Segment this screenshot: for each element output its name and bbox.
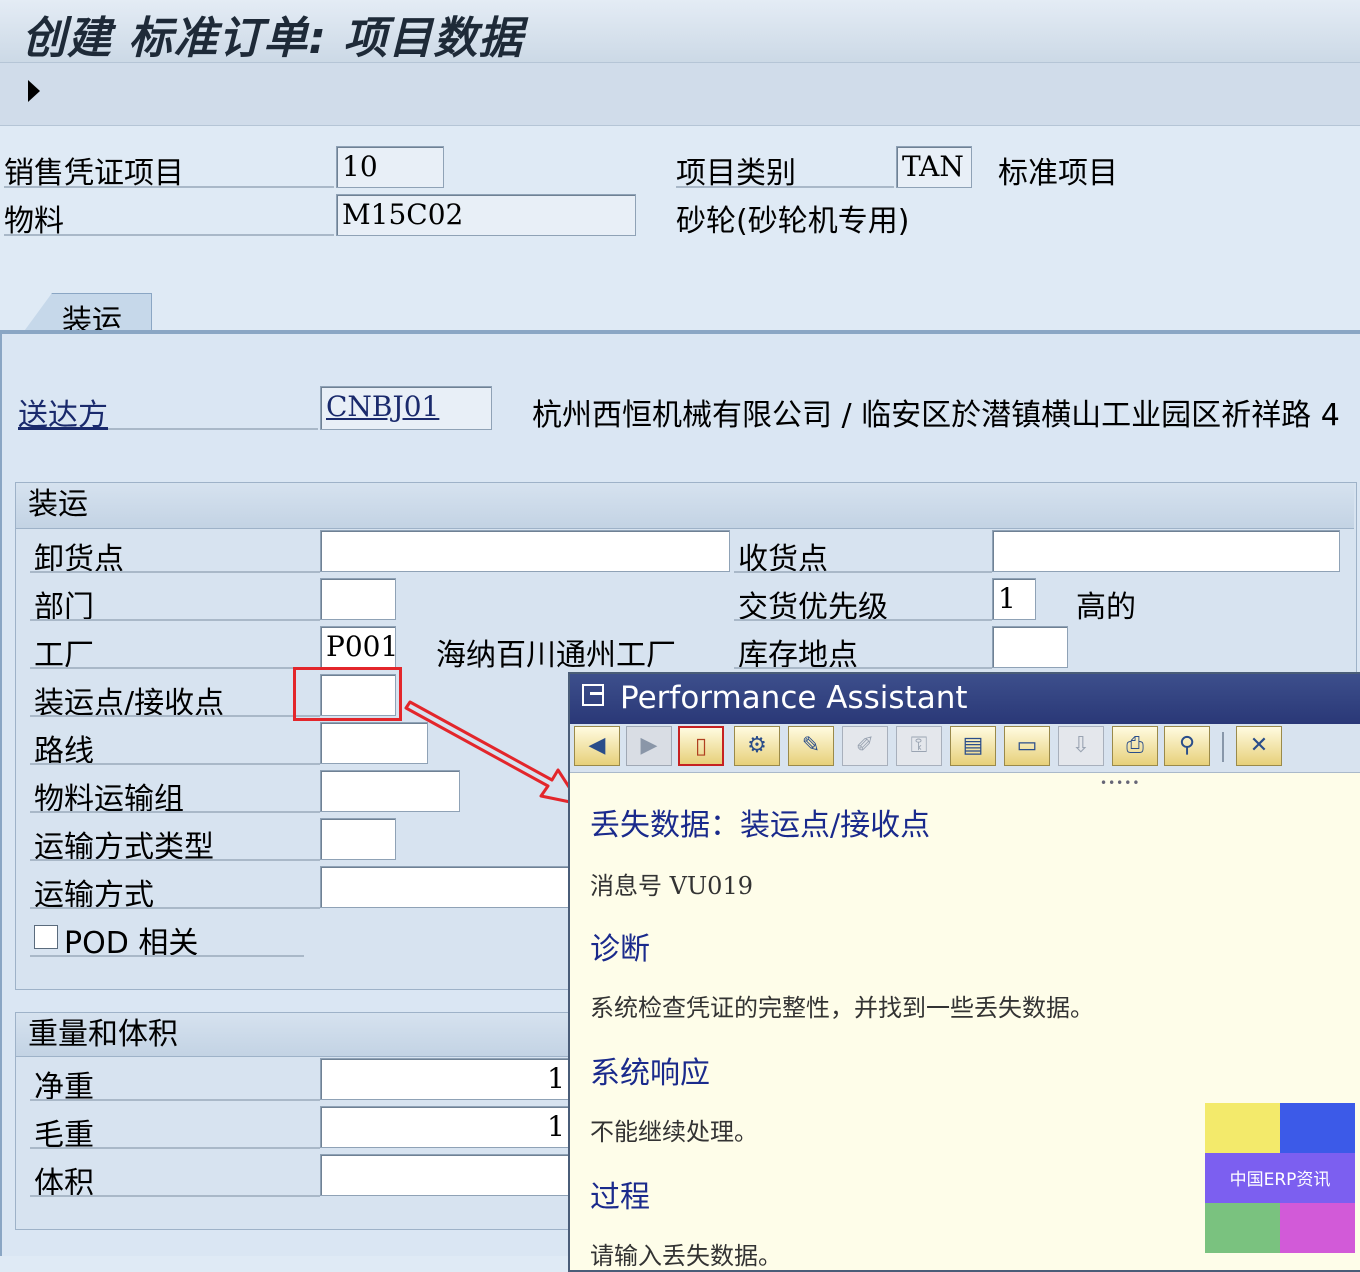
pointer-arrow-icon bbox=[404, 700, 582, 806]
row-divider bbox=[30, 571, 320, 573]
row-divider bbox=[30, 1147, 320, 1149]
unloading-point-input[interactable] bbox=[320, 530, 730, 572]
export-icon[interactable]: ⇩ bbox=[1058, 726, 1104, 766]
department-input[interactable] bbox=[320, 578, 396, 620]
receiving-point-input[interactable] bbox=[992, 530, 1340, 572]
item-field[interactable]: 10 bbox=[336, 146, 444, 188]
error-highlight-box bbox=[293, 667, 402, 721]
row-divider bbox=[734, 667, 992, 669]
item-category-desc: 标准项目 bbox=[998, 156, 1118, 191]
pa-diagnosis-title: 诊断 bbox=[590, 932, 650, 967]
window-icon bbox=[582, 684, 604, 706]
row-divider bbox=[30, 1099, 320, 1101]
item-category-field[interactable]: TAN bbox=[896, 146, 972, 188]
shipping-group-title: 装运 bbox=[16, 483, 1354, 529]
back-icon[interactable]: ◀ bbox=[574, 726, 620, 766]
pa-system-response-title: 系统响应 bbox=[590, 1056, 710, 1091]
material-label: 物料 bbox=[4, 196, 334, 239]
gross-weight-input[interactable]: 1 bbox=[320, 1106, 580, 1148]
structure-icon[interactable]: ⚙ bbox=[734, 726, 780, 766]
application-toolbar bbox=[0, 63, 1360, 126]
watermark-logo bbox=[1205, 1203, 1280, 1253]
item-label: 销售凭证项目 bbox=[4, 148, 334, 191]
row-divider bbox=[734, 619, 992, 621]
delivery-priority-desc: 高的 bbox=[1076, 590, 1136, 625]
notebook-icon[interactable]: ▤ bbox=[950, 726, 996, 766]
pa-message-number: 消息号 VU019 bbox=[590, 872, 753, 900]
find-icon[interactable]: ⚲ bbox=[1164, 726, 1210, 766]
watermark-logo bbox=[1280, 1103, 1355, 1153]
plant-desc: 海纳百川通州工厂 bbox=[436, 638, 676, 673]
row-divider bbox=[30, 907, 320, 909]
pa-system-response-text: 不能继续处理。 bbox=[590, 1118, 758, 1146]
forward-icon[interactable]: ▶ bbox=[626, 726, 672, 766]
resize-grip[interactable]: ••••• bbox=[1100, 776, 1140, 790]
net-weight-input[interactable]: 1 bbox=[320, 1058, 580, 1100]
watermark-text: 中国ERP资讯 bbox=[1229, 1170, 1331, 1190]
transport-type-input[interactable] bbox=[320, 818, 396, 860]
pa-procedure-title: 过程 bbox=[590, 1180, 650, 1215]
window-toggle-icon[interactable]: ▭ bbox=[1004, 726, 1050, 766]
means-of-transport-input[interactable] bbox=[320, 866, 580, 908]
row-divider bbox=[30, 619, 320, 621]
expand-arrow-icon[interactable] bbox=[28, 80, 40, 102]
row-divider bbox=[30, 763, 320, 765]
watermark-logo bbox=[1205, 1103, 1280, 1153]
row-divider bbox=[30, 811, 320, 813]
material-field[interactable]: M15C02 bbox=[336, 194, 636, 236]
key-icon[interactable]: ⚿ bbox=[896, 726, 942, 766]
row-divider bbox=[30, 1195, 320, 1197]
pa-diagnosis-text: 系统检查凭证的完整性，并找到一些丢失数据。 bbox=[590, 994, 1094, 1022]
ship-to-desc: 杭州西恒机械有限公司 / 临安区於潜镇横山工业园区祈祥路 4 bbox=[532, 398, 1340, 433]
page-title: 创建 标准订单: 项目数据 bbox=[22, 13, 524, 64]
performance-assistant-title: Performance Assistant bbox=[620, 680, 968, 716]
pa-procedure-text: 请输入丢失数据。 bbox=[590, 1242, 782, 1270]
pa-heading: 丢失数据：装运点/接收点 bbox=[590, 808, 931, 843]
book-icon[interactable]: ▯ bbox=[678, 726, 724, 766]
volume-input[interactable] bbox=[320, 1154, 580, 1196]
item-category-label: 项目类别 bbox=[676, 148, 894, 191]
edit-icon[interactable]: ✎ bbox=[788, 726, 834, 766]
row-divider bbox=[30, 955, 304, 957]
close-icon[interactable]: ✕ bbox=[1236, 726, 1282, 766]
storage-location-input[interactable] bbox=[992, 626, 1068, 668]
row-divider bbox=[30, 667, 320, 669]
print-icon[interactable]: ⎙ bbox=[1112, 726, 1158, 766]
material-desc: 砂轮(砂轮机专用) bbox=[676, 204, 910, 239]
delivery-priority-input[interactable]: 1 bbox=[992, 578, 1036, 620]
row-divider bbox=[734, 571, 992, 573]
tab-strip-line bbox=[0, 330, 1360, 334]
ship-to-field[interactable]: CNBJ01 bbox=[320, 386, 492, 430]
pencil-icon[interactable]: ✐ bbox=[842, 726, 888, 766]
toolbar-separator bbox=[1222, 732, 1224, 762]
row-divider bbox=[30, 859, 320, 861]
plant-input[interactable]: P001 bbox=[320, 626, 396, 668]
row-divider bbox=[30, 715, 320, 717]
pod-checkbox[interactable] bbox=[34, 925, 58, 949]
ship-to-label[interactable]: 送达方 bbox=[18, 390, 318, 433]
watermark-logo bbox=[1280, 1203, 1355, 1253]
